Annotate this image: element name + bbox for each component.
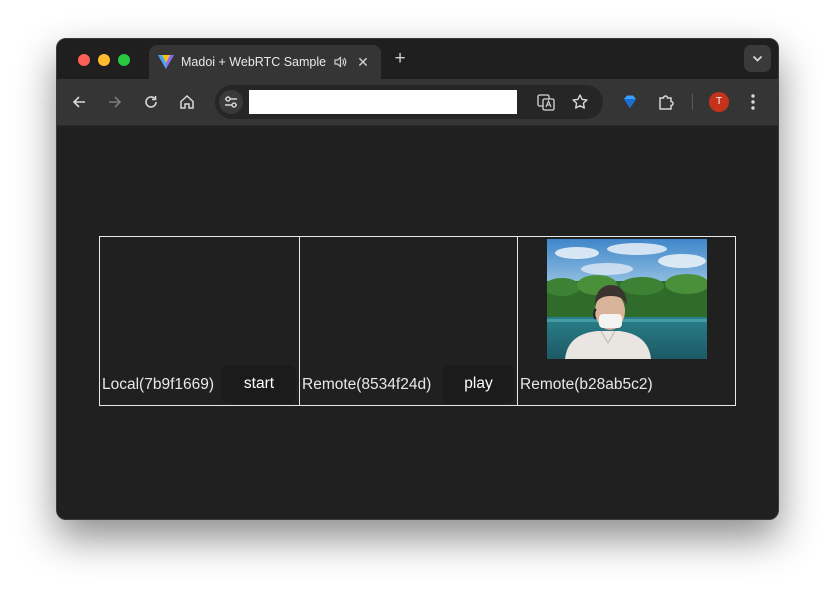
site-info-button[interactable] bbox=[219, 90, 243, 114]
play-button[interactable]: play bbox=[443, 365, 514, 403]
forward-icon[interactable] bbox=[105, 92, 125, 112]
tab-strip: Madoi + WebRTC Sample ✕ + bbox=[57, 39, 778, 79]
remote-video-stream bbox=[547, 239, 707, 359]
home-icon[interactable] bbox=[177, 92, 197, 112]
remote-video-cell-2: Remote(b28ab5c2) bbox=[517, 236, 736, 406]
browser-toolbar: T bbox=[57, 79, 778, 126]
audio-playing-icon[interactable] bbox=[333, 55, 347, 69]
local-video-cell: Local(7b9f1669) start bbox=[99, 236, 300, 406]
minimize-window-button[interactable] bbox=[98, 54, 110, 66]
zoom-window-button[interactable] bbox=[118, 54, 130, 66]
tab-search-icon bbox=[752, 55, 763, 62]
reload-icon[interactable] bbox=[141, 92, 161, 112]
toolbar-separator bbox=[692, 94, 693, 110]
remote-video-cell-1: Remote(8534f24d) play bbox=[299, 236, 518, 406]
tab-madoi[interactable]: Madoi + WebRTC Sample ✕ bbox=[149, 45, 381, 79]
new-tab-icon[interactable]: + bbox=[391, 49, 409, 68]
back-icon[interactable] bbox=[69, 92, 89, 112]
tab-close-icon[interactable]: ✕ bbox=[355, 54, 371, 70]
address-bar[interactable] bbox=[215, 85, 603, 119]
madoi-logo-icon bbox=[158, 55, 174, 69]
translate-icon[interactable] bbox=[537, 93, 555, 111]
start-button[interactable]: start bbox=[222, 365, 296, 403]
browser-window: Madoi + WebRTC Sample ✕ + T Local(7b9f16… bbox=[56, 38, 779, 520]
close-window-button[interactable] bbox=[78, 54, 90, 66]
page-content: Local(7b9f1669) start Remote(8534f24d) p… bbox=[57, 126, 778, 519]
remote-peer-label-1: Remote(8534f24d) bbox=[302, 376, 432, 393]
bookmark-star-icon[interactable] bbox=[571, 93, 589, 111]
more-menu-icon[interactable] bbox=[747, 92, 759, 112]
extensions-puzzle-icon[interactable] bbox=[656, 92, 676, 112]
tab-title: Madoi + WebRTC Sample bbox=[181, 55, 327, 69]
tab-search-button[interactable] bbox=[744, 45, 771, 72]
remote-peer-label-2: Remote(b28ab5c2) bbox=[520, 376, 653, 393]
local-peer-label: Local(7b9f1669) bbox=[102, 376, 215, 393]
url-input[interactable] bbox=[249, 90, 517, 114]
extension-gem-icon[interactable] bbox=[620, 92, 640, 112]
site-info-icon bbox=[225, 96, 237, 108]
profile-avatar[interactable]: T bbox=[709, 92, 729, 112]
